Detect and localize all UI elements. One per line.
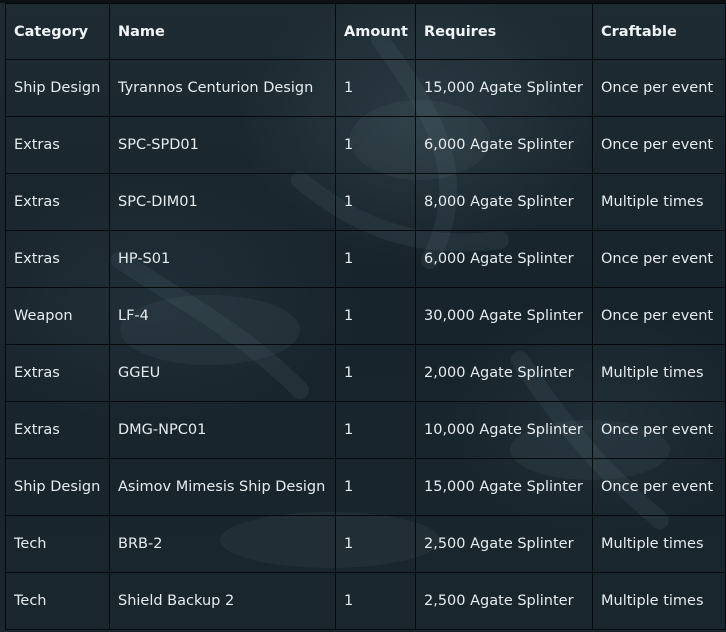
cell-category: Weapon: [5, 287, 110, 345]
table-row: Tech BRB-2 1 2,500 Agate Splinter Multip…: [5, 515, 726, 573]
table-row: Extras DMG-NPC01 1 10,000 Agate Splinter…: [5, 401, 726, 459]
cell-requires: 2,500 Agate Splinter: [415, 515, 593, 573]
cell-requires: 2,000 Agate Splinter: [415, 344, 593, 402]
cell-craftable: Once per event: [592, 230, 726, 288]
cell-requires: 6,000 Agate Splinter: [415, 116, 593, 174]
cell-name: SPC-DIM01: [109, 173, 336, 231]
cell-name: DMG-NPC01: [109, 401, 336, 459]
cell-amount: 1: [335, 344, 416, 402]
cell-name: Asimov Mimesis Ship Design: [109, 458, 336, 516]
cell-amount: 1: [335, 401, 416, 459]
cell-name: BRB-2: [109, 515, 336, 573]
table-header-row: Category Name Amount Requires Craftable: [5, 3, 726, 60]
cell-category: Tech: [5, 515, 110, 573]
cell-category: Ship Design: [5, 458, 110, 516]
cell-craftable: Once per event: [592, 458, 726, 516]
table-row: Extras SPC-DIM01 1 8,000 Agate Splinter …: [5, 173, 726, 231]
cell-craftable: Once per event: [592, 287, 726, 345]
header-craftable: Craftable: [592, 3, 726, 60]
table-row: Extras GGEU 1 2,000 Agate Splinter Multi…: [5, 344, 726, 402]
cell-name: GGEU: [109, 344, 336, 402]
crafting-table-page: Category Name Amount Requires Craftable …: [0, 0, 726, 632]
cell-name: LF-4: [109, 287, 336, 345]
cell-category: Extras: [5, 230, 110, 288]
cell-amount: 1: [335, 515, 416, 573]
cell-craftable: Once per event: [592, 116, 726, 174]
crafting-table: Category Name Amount Requires Craftable …: [5, 3, 726, 630]
cell-requires: 15,000 Agate Splinter: [415, 59, 593, 117]
cell-amount: 1: [335, 287, 416, 345]
cell-craftable: Once per event: [592, 401, 726, 459]
cell-amount: 1: [335, 59, 416, 117]
table-row: Tech Shield Backup 2 1 2,500 Agate Splin…: [5, 572, 726, 630]
cell-craftable: Once per event: [592, 59, 726, 117]
cell-requires: 15,000 Agate Splinter: [415, 458, 593, 516]
table-row: Extras HP-S01 1 6,000 Agate Splinter Onc…: [5, 230, 726, 288]
cell-category: Extras: [5, 344, 110, 402]
cell-craftable: Multiple times: [592, 344, 726, 402]
header-name: Name: [109, 3, 336, 60]
cell-craftable: Multiple times: [592, 572, 726, 630]
header-category: Category: [5, 3, 110, 60]
cell-name: SPC-SPD01: [109, 116, 336, 174]
cell-name: HP-S01: [109, 230, 336, 288]
table-row: Ship Design Tyrannos Centurion Design 1 …: [5, 59, 726, 117]
cell-category: Ship Design: [5, 59, 110, 117]
cell-category: Extras: [5, 173, 110, 231]
cell-name: Shield Backup 2: [109, 572, 336, 630]
cell-requires: 8,000 Agate Splinter: [415, 173, 593, 231]
cell-requires: 2,500 Agate Splinter: [415, 572, 593, 630]
cell-amount: 1: [335, 116, 416, 174]
cell-amount: 1: [335, 230, 416, 288]
cell-craftable: Multiple times: [592, 173, 726, 231]
table-row: Ship Design Asimov Mimesis Ship Design 1…: [5, 458, 726, 516]
cell-amount: 1: [335, 572, 416, 630]
cell-requires: 6,000 Agate Splinter: [415, 230, 593, 288]
cell-category: Extras: [5, 116, 110, 174]
cell-name: Tyrannos Centurion Design: [109, 59, 336, 117]
cell-amount: 1: [335, 173, 416, 231]
cell-amount: 1: [335, 458, 416, 516]
table-row: Extras SPC-SPD01 1 6,000 Agate Splinter …: [5, 116, 726, 174]
cell-craftable: Multiple times: [592, 515, 726, 573]
cell-requires: 10,000 Agate Splinter: [415, 401, 593, 459]
cell-category: Tech: [5, 572, 110, 630]
cell-category: Extras: [5, 401, 110, 459]
table-row: Weapon LF-4 1 30,000 Agate Splinter Once…: [5, 287, 726, 345]
cell-requires: 30,000 Agate Splinter: [415, 287, 593, 345]
header-requires: Requires: [415, 3, 593, 60]
header-amount: Amount: [335, 3, 416, 60]
